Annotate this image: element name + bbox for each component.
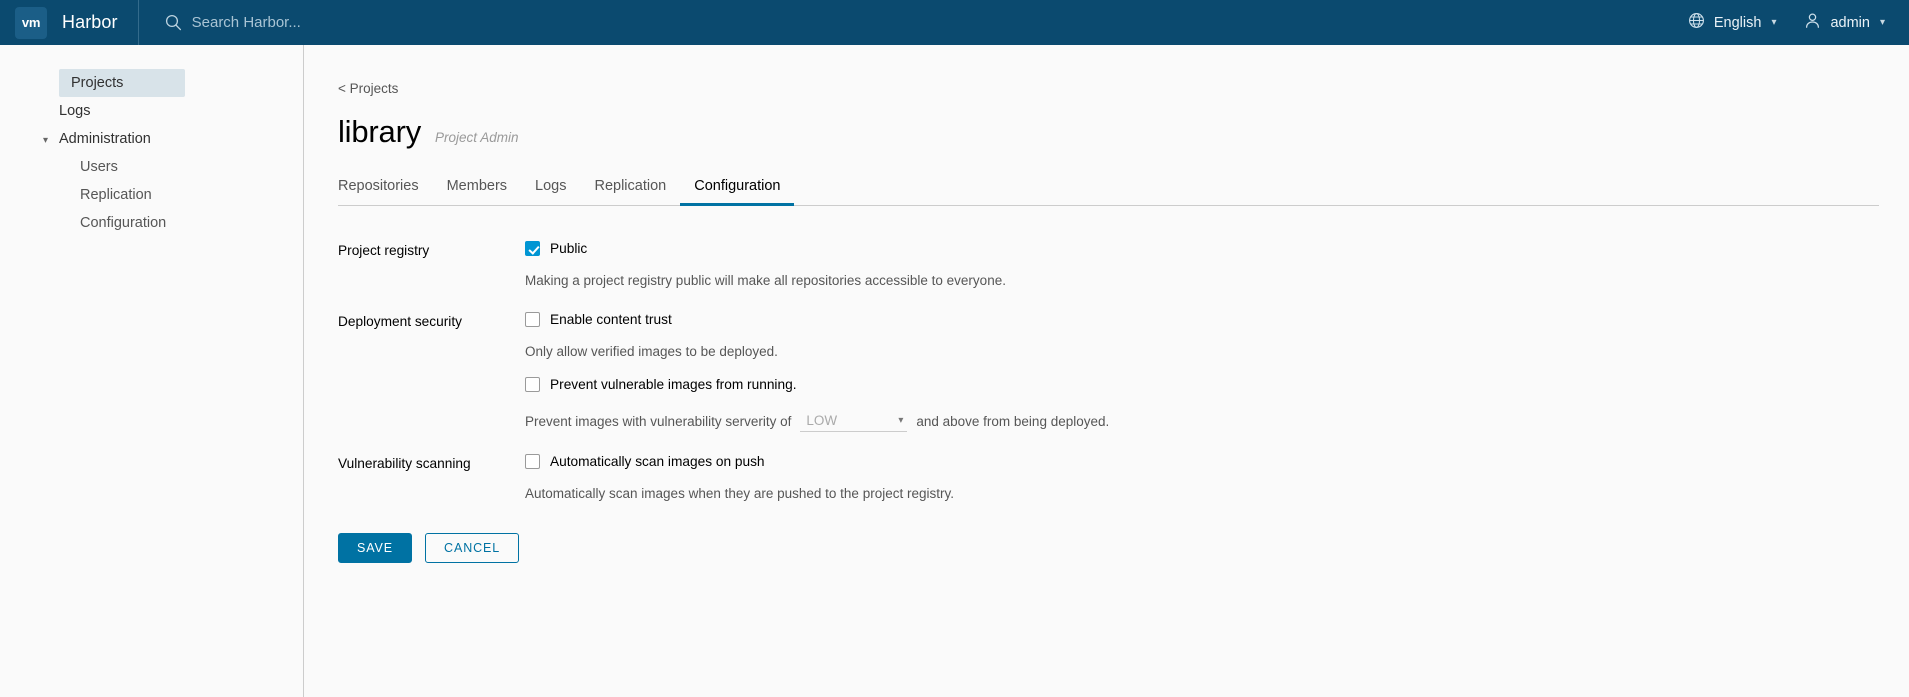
- user-menu[interactable]: admin ▾: [1804, 12, 1885, 33]
- sidebar-item-replication[interactable]: Replication: [0, 181, 303, 209]
- page-body: Projects Logs ▾ Administration Users Rep…: [0, 45, 1909, 697]
- tab-replication[interactable]: Replication: [580, 173, 680, 206]
- severity-prefix-label: Prevent images with vulnerability server…: [525, 413, 792, 429]
- app-header: vm Harbor English ▾: [0, 0, 1909, 45]
- save-button[interactable]: SAVE: [338, 533, 413, 563]
- vmware-logo-icon: vm: [15, 6, 47, 39]
- breadcrumb-back-projects[interactable]: < Projects: [338, 81, 1909, 96]
- severity-select[interactable]: LOW ▾: [800, 410, 908, 432]
- language-label: English: [1713, 14, 1762, 31]
- page-title: library: [338, 114, 422, 149]
- header-actions: English ▾ admin ▾: [1688, 12, 1909, 33]
- vulnerability-scanning-label: Vulnerability scanning: [338, 456, 471, 471]
- project-registry-helper: Making a project registry public will ma…: [525, 273, 1006, 288]
- sidebar-item-logs[interactable]: Logs: [0, 97, 303, 125]
- auto-scan-checkbox-label[interactable]: Automatically scan images on push: [550, 454, 765, 469]
- form-actions: SAVE CANCEL: [338, 533, 1909, 563]
- project-registry-label: Project registry: [338, 243, 430, 258]
- project-tabs: Repositories Members Logs Replication Co…: [338, 173, 1879, 206]
- content-trust-helper: Only allow verified images to be deploye…: [525, 344, 778, 359]
- chevron-down-icon: ▾: [1771, 17, 1777, 28]
- prevent-vulnerable-checkbox-row[interactable]: Prevent vulnerable images from running.: [525, 377, 1909, 392]
- deployment-security-field: Enable content trust Only allow verified…: [525, 312, 1909, 432]
- brand-logo-area[interactable]: vm Harbor: [0, 0, 118, 45]
- vulnerability-scanning-field: Automatically scan images on push Automa…: [525, 454, 1909, 501]
- section-vulnerability-scanning: Vulnerability scanning Automatically sca…: [338, 454, 1909, 501]
- public-checkbox-label[interactable]: Public: [550, 241, 587, 256]
- cancel-button[interactable]: CANCEL: [425, 533, 520, 563]
- sidebar-group-administration[interactable]: ▾ Administration: [0, 125, 303, 153]
- header-divider: [137, 0, 139, 45]
- prevent-vulnerable-checkbox-label[interactable]: Prevent vulnerable images from running.: [550, 377, 797, 392]
- project-header: library Project Admin: [338, 114, 1909, 150]
- public-checkbox-row[interactable]: Public: [525, 241, 1909, 256]
- user-label: admin: [1830, 14, 1870, 31]
- vulnerability-scanning-helper: Automatically scan images when they are …: [525, 486, 954, 501]
- chevron-down-icon: ▾: [1879, 17, 1885, 28]
- tab-members[interactable]: Members: [433, 173, 521, 206]
- sidebar-nav: Projects Logs ▾ Administration Users Rep…: [0, 45, 304, 697]
- section-project-registry: Project registry Public Making a project…: [338, 241, 1909, 288]
- app-title: Harbor: [62, 12, 118, 32]
- deployment-security-label: Deployment security: [338, 314, 462, 329]
- search-input[interactable]: [191, 14, 512, 31]
- project-registry-field: Public Making a project registry public …: [525, 241, 1909, 288]
- sidebar-item-users[interactable]: Users: [0, 153, 303, 181]
- globe-icon: [1688, 12, 1705, 33]
- content-trust-checkbox-row[interactable]: Enable content trust: [525, 312, 1909, 327]
- section-deployment-security: Deployment security Enable content trust…: [338, 312, 1909, 432]
- main-content: < Projects library Project Admin Reposit…: [304, 45, 1909, 697]
- project-role-badge: Project Admin: [435, 130, 519, 145]
- sidebar-item-configuration[interactable]: Configuration: [0, 209, 303, 237]
- auto-scan-checkbox-row[interactable]: Automatically scan images on push: [525, 454, 1909, 469]
- severity-suffix-label: and above from being deployed.: [916, 413, 1110, 429]
- sidebar-list: Projects Logs ▾ Administration Users Rep…: [0, 69, 303, 237]
- tab-logs[interactable]: Logs: [521, 173, 580, 206]
- content-trust-checkbox[interactable]: [525, 312, 540, 327]
- content-trust-checkbox-label[interactable]: Enable content trust: [550, 312, 672, 327]
- chevron-down-icon: ▾: [43, 135, 49, 146]
- search-icon: [165, 14, 182, 31]
- tab-repositories[interactable]: Repositories: [338, 173, 433, 206]
- prevent-vulnerable-checkbox[interactable]: [525, 377, 540, 392]
- sidebar-group-label: Administration: [59, 131, 151, 147]
- tab-configuration[interactable]: Configuration: [680, 173, 795, 206]
- user-icon: [1804, 12, 1821, 33]
- chevron-down-icon: ▾: [898, 415, 904, 426]
- severity-setting-row: Prevent images with vulnerability server…: [525, 410, 1909, 432]
- auto-scan-checkbox[interactable]: [525, 454, 540, 469]
- severity-select-value: LOW: [806, 413, 838, 428]
- language-selector[interactable]: English ▾: [1688, 12, 1777, 33]
- sidebar-item-projects[interactable]: Projects: [59, 69, 185, 97]
- public-checkbox[interactable]: [525, 241, 540, 256]
- global-search[interactable]: [165, 14, 512, 31]
